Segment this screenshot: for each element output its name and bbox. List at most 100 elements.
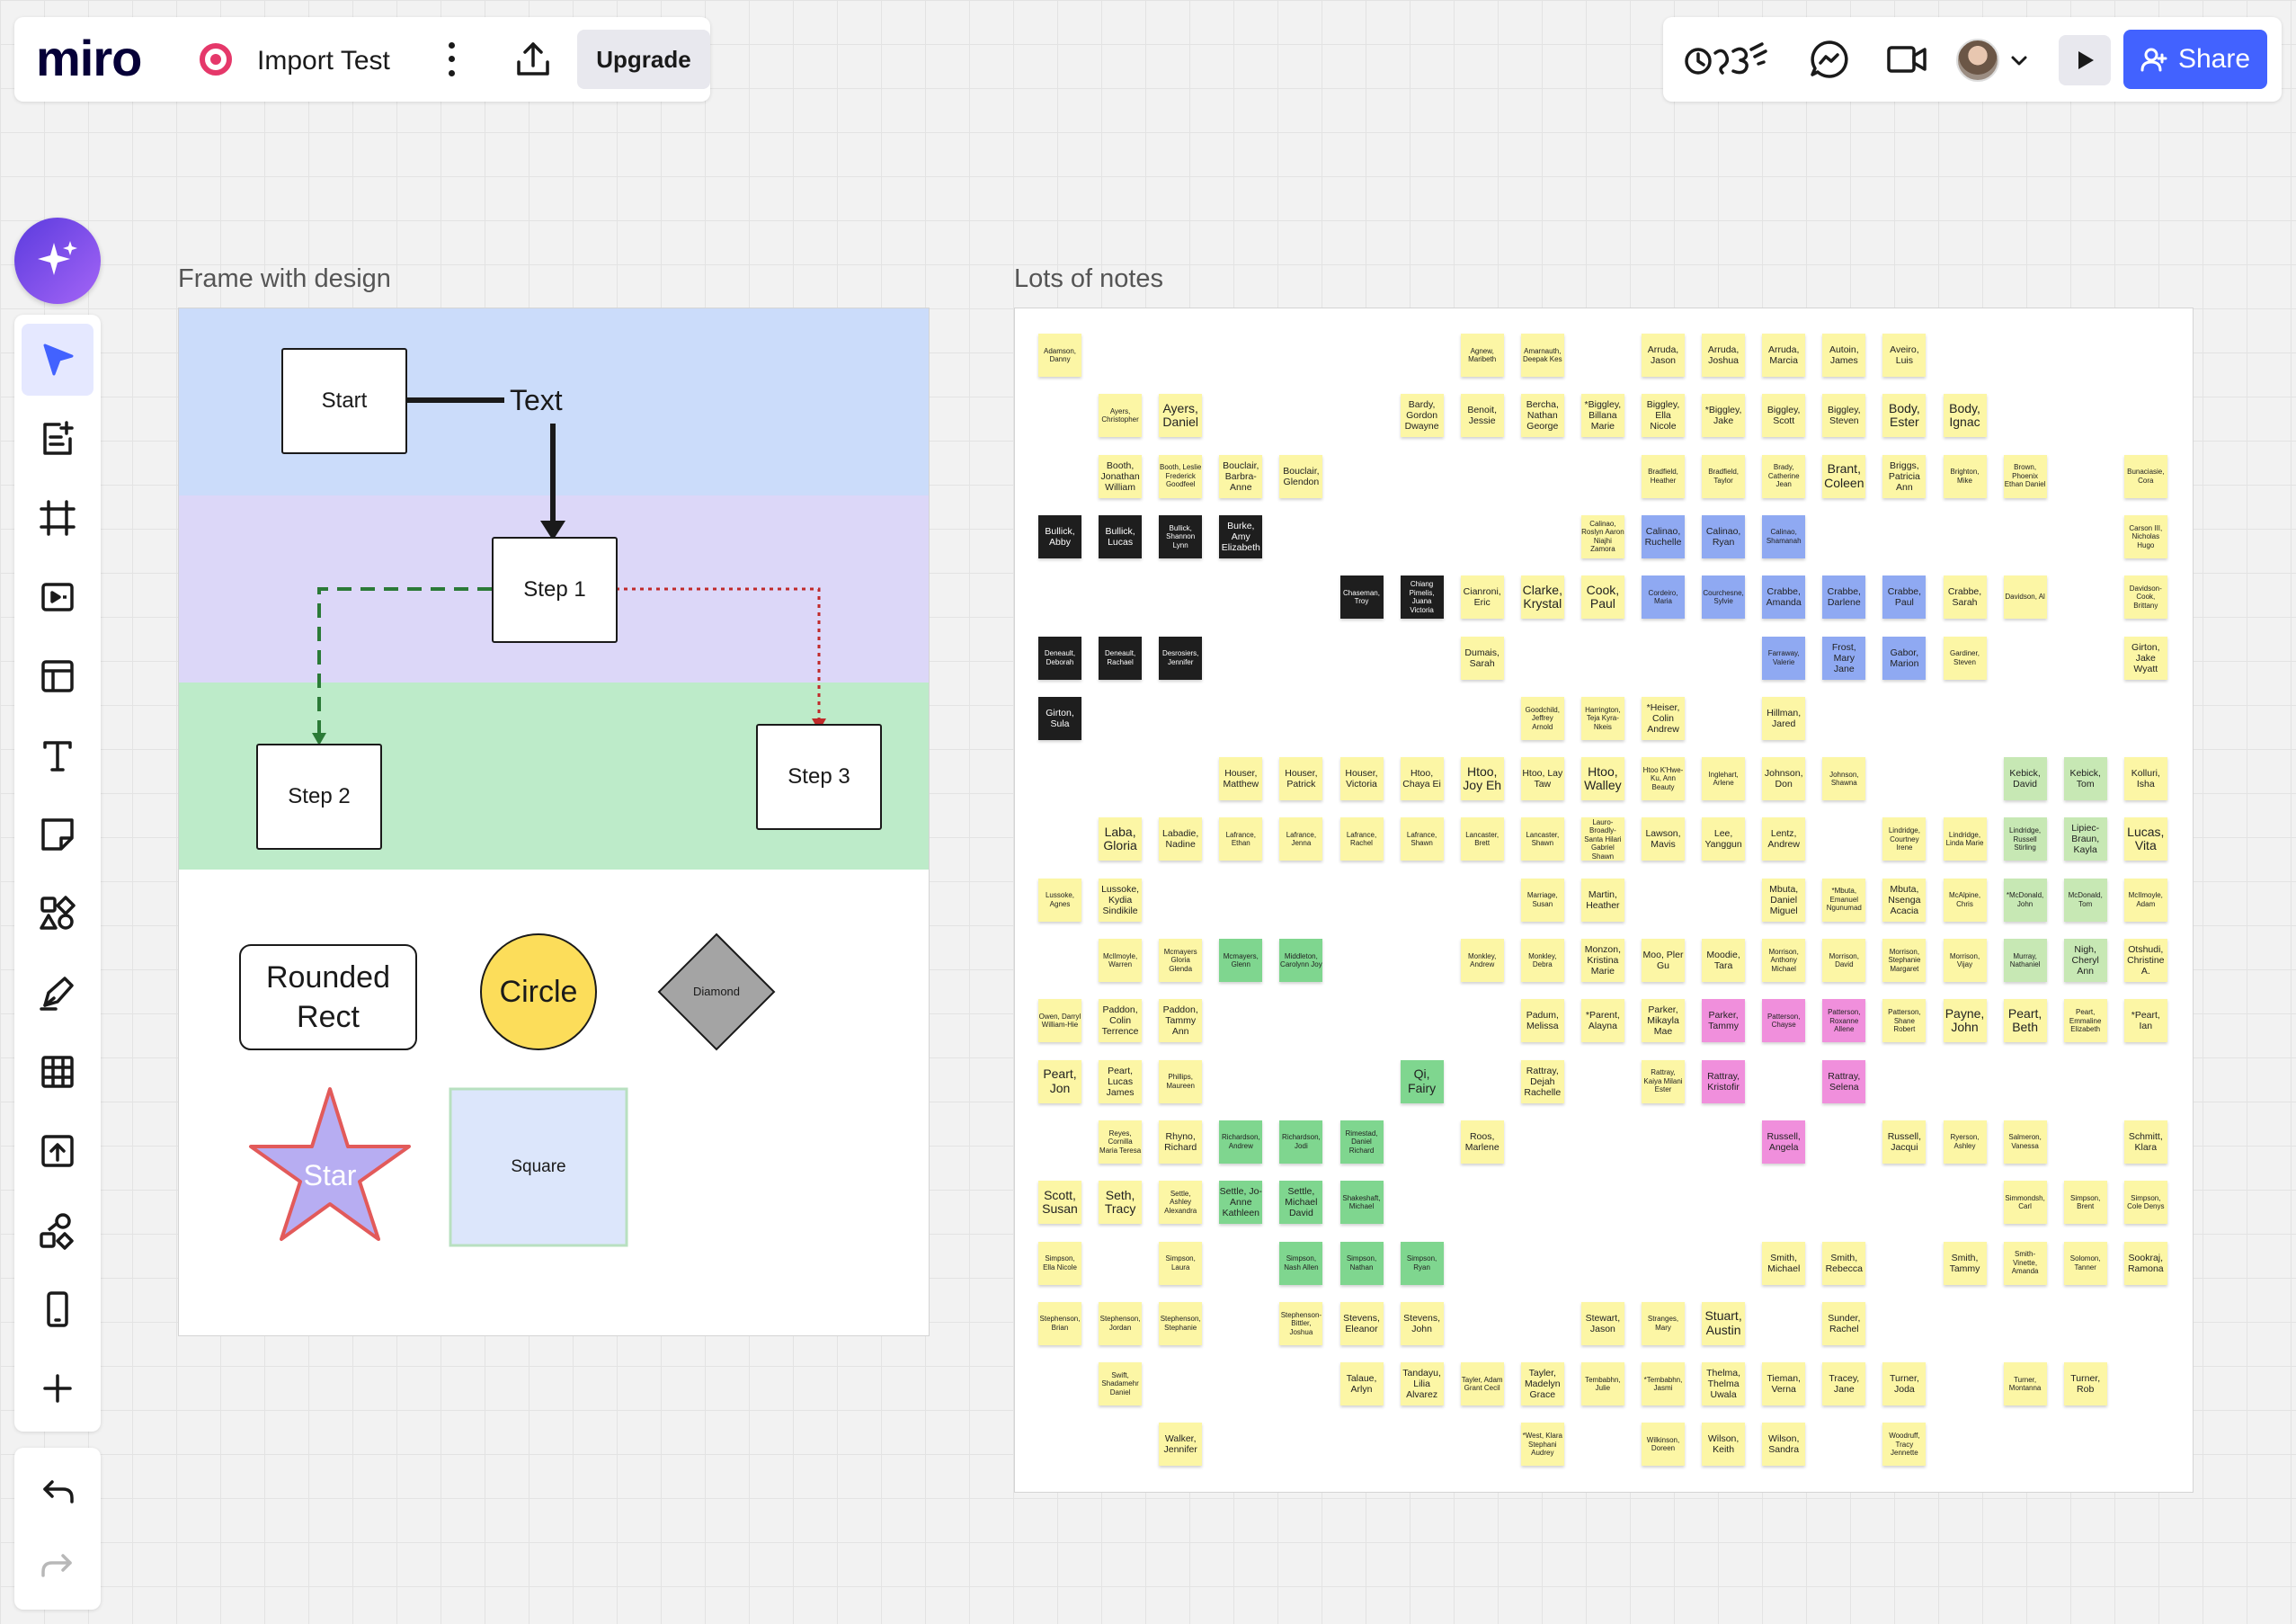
sticky-note[interactable]: Bullick, Shannon Lynn: [1159, 514, 1203, 558]
frame-tool[interactable]: [22, 482, 93, 554]
sticky-note[interactable]: Cianroni, Eric: [1460, 576, 1504, 620]
sticky-note[interactable]: Agnew, Maribeth: [1460, 334, 1504, 377]
sticky-note[interactable]: Smith-Vinette, Amanda: [2003, 1241, 2047, 1285]
sticky-note[interactable]: McAlpine, Chris: [1943, 878, 1987, 922]
sticky-note[interactable]: *Peart, Ian: [2123, 999, 2167, 1043]
sticky-note[interactable]: Sunder, Rachel: [1822, 1301, 1866, 1345]
sticky-note[interactable]: Talaue, Arlyn: [1339, 1362, 1384, 1406]
sticky-note[interactable]: Morrison, David: [1822, 939, 1866, 982]
sticky-note[interactable]: Calinao, Roslyn Aaron Niajhi Zamora: [1580, 514, 1624, 558]
sticky-note[interactable]: Biggley, Steven: [1822, 394, 1866, 438]
diagram-tool[interactable]: [22, 1194, 93, 1266]
sticky-note[interactable]: Simpson, Laura: [1159, 1241, 1203, 1285]
sticky-note[interactable]: Wilkinson, Doreen: [1642, 1423, 1685, 1467]
sticky-note[interactable]: Bullick, Lucas: [1099, 514, 1143, 558]
sticky-note[interactable]: Woodruff, Tracy Jennette: [1882, 1423, 1927, 1467]
sticky-note[interactable]: McDonald, Tom: [2063, 878, 2107, 922]
sticky-note[interactable]: Ayers, Christopher: [1099, 394, 1143, 438]
user-avatar[interactable]: [1956, 39, 1999, 82]
sticky-note[interactable]: Htoo K'Hwe-Ku, Ann Beauty: [1642, 757, 1685, 801]
sticky-note[interactable]: Davidson, Al: [2003, 576, 2047, 620]
sticky-note[interactable]: Tracey, Jane: [1822, 1362, 1866, 1406]
sticky-note[interactable]: Simpson, Nash Allen: [1279, 1241, 1323, 1285]
upload-tool[interactable]: [22, 1115, 93, 1187]
sticky-note[interactable]: Body, Ignac: [1943, 394, 1987, 438]
sticky-note[interactable]: Frost, Mary Jane: [1822, 636, 1866, 680]
sticky-note[interactable]: Carson III, Nicholas Hugo: [2123, 514, 2167, 558]
sticky-note-tool[interactable]: [22, 799, 93, 870]
sticky-note[interactable]: Wilson, Sandra: [1762, 1423, 1806, 1467]
sticky-note[interactable]: Phillips, Maureen: [1159, 1059, 1203, 1103]
sticky-note[interactable]: Owen, Darryl William-Hie: [1038, 999, 1081, 1043]
sticky-note[interactable]: Adamson, Danny: [1038, 334, 1081, 377]
sticky-note[interactable]: Harrington, Teja Kyra-Nkeis: [1580, 696, 1624, 740]
sticky-note[interactable]: Moodie, Tara: [1702, 939, 1746, 982]
sticky-note[interactable]: Turner, Rob: [2063, 1362, 2107, 1406]
sticky-note[interactable]: Murray, Nathaniel: [2003, 939, 2047, 982]
kebab-icon[interactable]: [439, 39, 464, 80]
sticky-note[interactable]: Peart, Beth: [2003, 999, 2047, 1043]
sticky-note[interactable]: Settle, Ashley Alexandra: [1159, 1181, 1203, 1225]
sticky-note[interactable]: Crabbe, Amanda: [1762, 576, 1806, 620]
sticky-note[interactable]: Rimestad, Daniel Richard: [1339, 1120, 1384, 1164]
sticky-note[interactable]: Settle, Michael David: [1279, 1181, 1323, 1225]
chat-icon[interactable]: [1807, 37, 1852, 82]
sticky-note[interactable]: Bardy, Gordon Dwayne: [1400, 394, 1444, 438]
sticky-note[interactable]: Crabbe, Sarah: [1943, 576, 1987, 620]
sticky-note[interactable]: Htoo, Chaya Ei: [1400, 757, 1444, 801]
sticky-note[interactable]: Lindridge, Courtney Irene: [1882, 817, 1927, 861]
sticky-note[interactable]: Lee, Yanggun: [1702, 817, 1746, 861]
sticky-note[interactable]: Chiang Pimelis, Juana Victoria: [1400, 576, 1444, 620]
video-icon[interactable]: [1884, 37, 1929, 82]
sticky-note[interactable]: Deneault, Deborah: [1038, 636, 1081, 680]
sticky-note[interactable]: Russell, Jacqui: [1882, 1120, 1927, 1164]
sticky-note[interactable]: Schmitt, Klara: [2123, 1120, 2167, 1164]
sticky-note[interactable]: Lentz, Andrew: [1762, 817, 1806, 861]
sticky-note[interactable]: Tayler, Adam Grant Cecil: [1460, 1362, 1504, 1406]
sticky-note[interactable]: Simpson, Brent: [2063, 1181, 2107, 1225]
sticky-note[interactable]: Farraway, Valerie: [1762, 636, 1806, 680]
sticky-note[interactable]: Chaseman, Troy: [1339, 576, 1384, 620]
sticky-note[interactable]: Inglehart, Arlene: [1702, 757, 1746, 801]
sticky-note[interactable]: Bradfield, Taylor: [1702, 454, 1746, 498]
sticky-note[interactable]: Stephenson, Brian: [1038, 1301, 1081, 1345]
sticky-note[interactable]: Crabbe, Darlene: [1822, 576, 1866, 620]
sticky-note[interactable]: Stewart, Jason: [1580, 1301, 1624, 1345]
connector-step1-step2[interactable]: [317, 587, 492, 736]
chevron-down-icon[interactable]: [2008, 49, 2030, 71]
flow-text-label[interactable]: Text: [510, 382, 563, 418]
sticky-note[interactable]: Marriage, Susan: [1520, 878, 1564, 922]
sticky-note[interactable]: Stuart, Austin: [1702, 1301, 1746, 1345]
sticky-note[interactable]: Thelma, Thelma Uwala: [1702, 1362, 1746, 1406]
sticky-note[interactable]: Stephenson-Bittler, Joshua: [1279, 1301, 1323, 1345]
sticky-note[interactable]: Seth, Tracy: [1099, 1181, 1143, 1225]
sticky-note[interactable]: Laba, Gloria: [1099, 817, 1143, 861]
sticky-note[interactable]: Peart, Emmaline Elizabeth: [2063, 999, 2107, 1043]
sticky-note[interactable]: *West, Klara Stephani Audrey: [1520, 1423, 1564, 1467]
select-tool[interactable]: [22, 324, 93, 396]
sticky-note[interactable]: Johnson, Don: [1762, 757, 1806, 801]
flow-node-start[interactable]: Start: [281, 348, 407, 454]
sticky-note[interactable]: Nigh, Cheryl Ann: [2063, 939, 2107, 982]
sticky-note[interactable]: Kebick, David: [2003, 757, 2047, 801]
sticky-note[interactable]: Benoit, Jessie: [1460, 394, 1504, 438]
sticky-note[interactable]: Bouclair, Glendon: [1279, 454, 1323, 498]
sticky-note[interactable]: Simpson, Ryan: [1400, 1241, 1444, 1285]
sticky-note[interactable]: Htoo, Walley: [1580, 757, 1624, 801]
embed-tool[interactable]: [22, 561, 93, 633]
sticky-note[interactable]: Monkley, Debra: [1520, 939, 1564, 982]
sticky-note[interactable]: Mbuta, Nsenga Acacia: [1882, 878, 1927, 922]
sticky-note[interactable]: Calinao, Shamanah: [1762, 514, 1806, 558]
sticky-note[interactable]: Houser, Patrick: [1279, 757, 1323, 801]
board-name[interactable]: Import Test: [257, 46, 390, 76]
sticky-note[interactable]: Stranges, Mary: [1642, 1301, 1685, 1345]
sticky-note[interactable]: Richardson, Andrew: [1219, 1120, 1263, 1164]
more-tools[interactable]: [22, 1352, 93, 1424]
sticky-note[interactable]: Rattray, Kristofir: [1702, 1059, 1746, 1103]
sticky-note[interactable]: Courchesne, Sylvie: [1702, 576, 1746, 620]
sticky-note[interactable]: Goodchild, Jeffrey Arnold: [1520, 696, 1564, 740]
sticky-note[interactable]: Stevens, John: [1400, 1301, 1444, 1345]
sticky-note[interactable]: Brighton, Mike: [1943, 454, 1987, 498]
lots-of-notes-frame[interactable]: Adamson, Danny Agnew, Maribeth Amarnauth, …: [1014, 308, 2194, 1493]
sticky-note[interactable]: Davidson-Cook, Brittany: [2123, 576, 2167, 620]
